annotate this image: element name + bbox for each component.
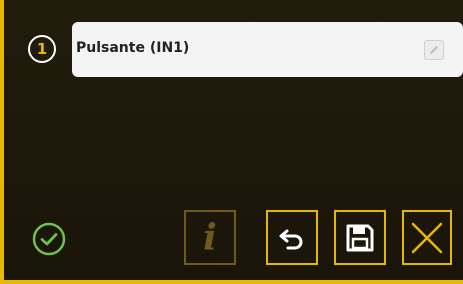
undo-button[interactable] (266, 210, 318, 265)
close-icon (411, 222, 443, 253)
name-input-value: Pulsante (IN1) (76, 40, 190, 56)
info-button[interactable]: i (184, 210, 236, 265)
step-number-badge: 1 (28, 35, 56, 63)
pencil-icon (430, 46, 438, 54)
name-input-field[interactable]: Pulsante (IN1) (72, 22, 463, 77)
check-circle-icon[interactable] (32, 222, 66, 256)
dialog-panel: 1 Pulsante (IN1) i (0, 0, 463, 284)
info-icon: i (203, 216, 217, 259)
save-icon (346, 224, 374, 251)
edit-icon[interactable] (424, 40, 444, 60)
save-button[interactable] (334, 210, 386, 265)
step-number: 1 (36, 40, 48, 58)
undo-icon (279, 229, 303, 249)
close-button[interactable] (402, 210, 452, 265)
